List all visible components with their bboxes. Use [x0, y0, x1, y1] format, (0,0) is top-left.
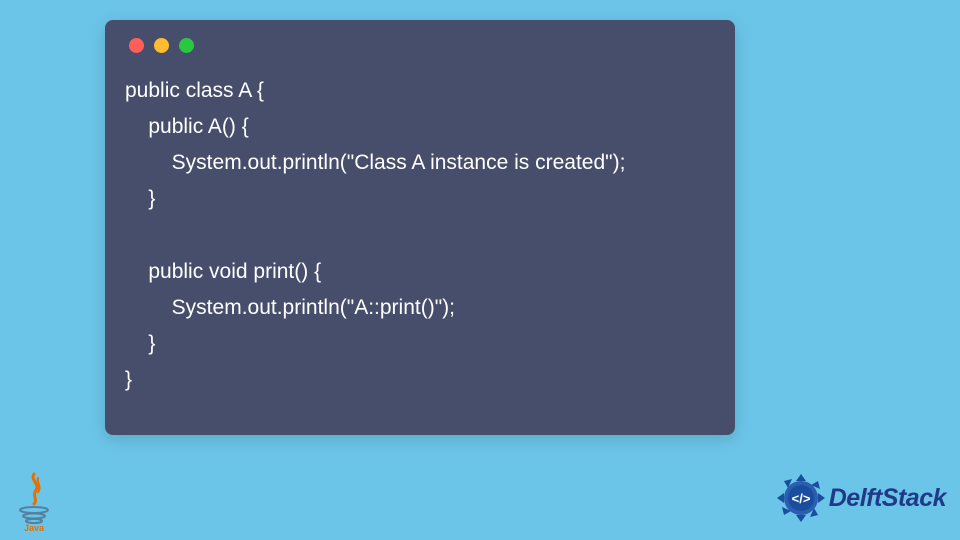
code-line: }	[125, 187, 155, 210]
code-line: public A() {	[125, 115, 249, 138]
minimize-icon	[154, 38, 169, 53]
delftstack-brand: </> DelftStack	[773, 470, 946, 526]
code-block: public class A { public A() { System.out…	[125, 73, 715, 398]
window-traffic-lights	[125, 38, 715, 53]
close-icon	[129, 38, 144, 53]
maximize-icon	[179, 38, 194, 53]
delftstack-logo-icon: </>	[773, 470, 829, 526]
delftstack-brand-text: DelftStack	[829, 484, 946, 513]
svg-text:</>: </>	[791, 491, 810, 506]
code-line: public class A {	[125, 79, 264, 102]
code-line: }	[125, 332, 155, 355]
java-logo-icon: Java	[12, 472, 56, 532]
code-line: System.out.println("Class A instance is …	[125, 151, 625, 174]
java-logo-text: Java	[24, 523, 45, 532]
code-window: public class A { public A() { System.out…	[105, 20, 735, 435]
code-line: }	[125, 368, 132, 391]
code-line: public void print() {	[125, 260, 321, 283]
code-line: System.out.println("A::print()");	[125, 296, 455, 319]
